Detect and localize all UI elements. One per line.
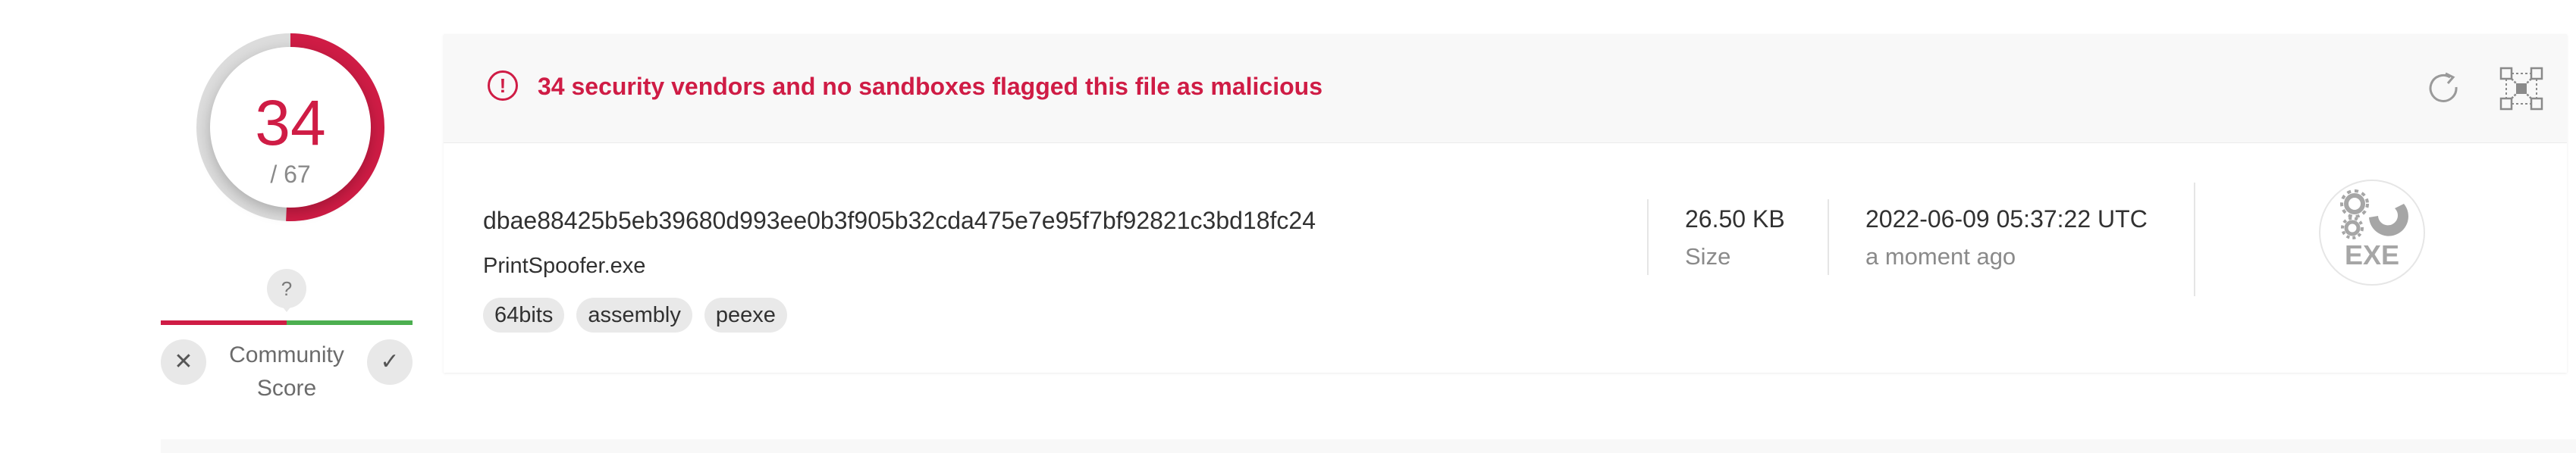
file-report-header: 34 / 67 ? ✕ Community Score ✓ ! 34 secur… <box>0 0 2576 453</box>
community-negative-bar <box>161 320 287 325</box>
community-score-bar <box>161 320 413 325</box>
reanalyze-button[interactable] <box>2423 67 2465 110</box>
tag-chip[interactable]: assembly <box>576 298 692 333</box>
detection-positives: 34 <box>255 87 326 158</box>
detection-alert-message: 34 security vendors and no sandboxes fla… <box>538 73 1323 100</box>
community-label-line1: Community <box>229 342 344 367</box>
file-summary-card: ! 34 security vendors and no sandboxes f… <box>444 34 2567 373</box>
meta-divider <box>1828 199 1829 275</box>
file-hash[interactable]: dbae88425b5eb39680d993ee0b3f905b32cda475… <box>483 205 1316 236</box>
reanalyze-icon <box>2429 72 2458 102</box>
detection-total: / 67 <box>270 161 311 188</box>
gears-icon <box>2340 189 2408 239</box>
next-section-strip <box>161 439 2576 453</box>
community-score-unknown-badge: ? <box>267 269 306 312</box>
meta-divider <box>2194 183 2195 296</box>
file-type-label: EXE <box>2344 239 2400 270</box>
file-size-value: 26.50 KB <box>1685 205 1785 233</box>
file-name: PrintSpoofer.exe <box>483 254 646 278</box>
detection-score-center: 34 / 67 <box>210 47 371 208</box>
tag-chip[interactable]: 64bits <box>483 298 565 333</box>
close-icon: ✕ <box>174 349 193 374</box>
file-tags: 64bits assembly peexe <box>483 298 799 333</box>
last-analysis-date: 2022-06-09 05:37:22 UTC <box>1865 205 2148 233</box>
detection-score-gauge: 34 / 67 <box>193 30 387 224</box>
community-score-label: Community Score <box>214 339 359 405</box>
meta-divider <box>1647 199 1649 275</box>
tag-chip[interactable]: peexe <box>704 298 787 333</box>
last-analysis-relative: a moment ago <box>1865 243 2016 270</box>
detection-alert-bar: ! 34 security vendors and no sandboxes f… <box>444 34 2567 143</box>
vote-harmless-button[interactable]: ✓ <box>367 339 413 385</box>
graph-button[interactable] <box>2499 66 2544 111</box>
file-type-badge: EXE <box>2319 180 2425 286</box>
check-icon: ✓ <box>380 349 400 374</box>
file-size-label: Size <box>1685 243 1731 270</box>
graph-icon <box>2499 67 2543 111</box>
alert-icon: ! <box>488 70 518 101</box>
community-positive-bar <box>287 320 413 325</box>
vote-harmful-button[interactable]: ✕ <box>161 339 206 385</box>
community-score: ? ✕ Community Score ✓ <box>161 269 413 405</box>
community-label-line2: Score <box>256 376 317 401</box>
